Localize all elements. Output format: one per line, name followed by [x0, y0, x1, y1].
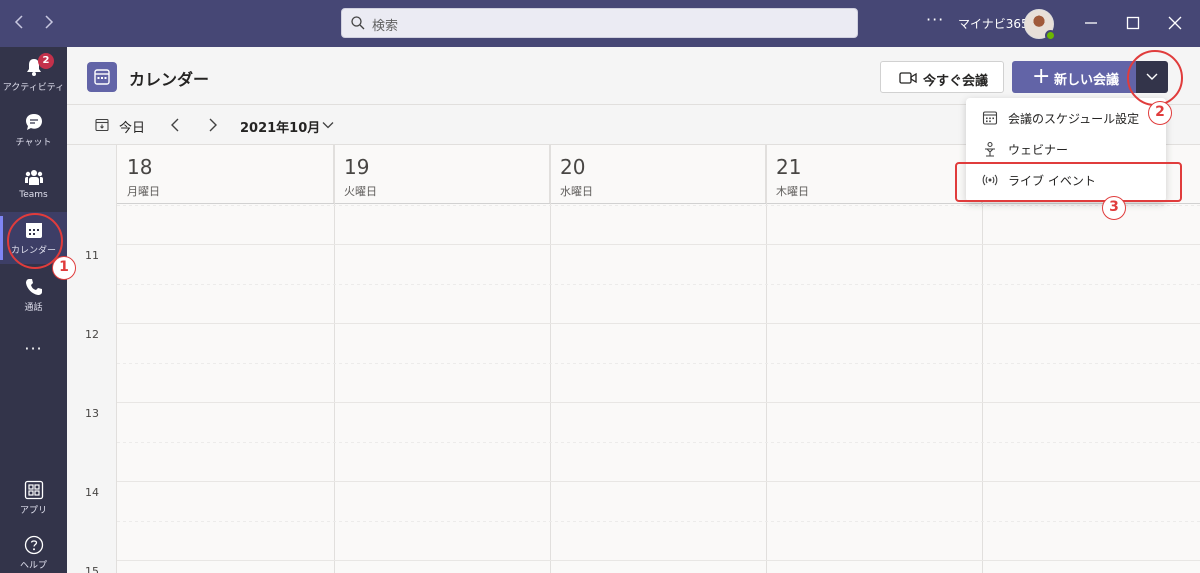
- menu-item-webinar[interactable]: ウェビナー: [966, 133, 1166, 163]
- rail-item-label: アクティビティ: [2, 83, 65, 93]
- rail-item-label: Teams: [19, 190, 48, 200]
- today-icon[interactable]: [95, 118, 109, 132]
- search-icon: [351, 16, 365, 30]
- half-hour-line: [117, 521, 1200, 522]
- month-picker[interactable]: 2021年10月: [240, 117, 320, 136]
- webinar-icon: [985, 141, 995, 157]
- column-divider: [982, 145, 983, 573]
- phone-icon: [26, 279, 42, 295]
- rail-item-activity[interactable]: 2 アクティビティ: [0, 49, 67, 101]
- chevron-right-icon[interactable]: [36, 10, 60, 34]
- help-icon: [24, 535, 44, 555]
- rail-item-apps[interactable]: アプリ: [0, 472, 67, 524]
- hour-label: 14: [85, 486, 99, 499]
- notification-badge: 2: [38, 53, 54, 69]
- menu-item-label: 会議のスケジュール設定: [1008, 112, 1140, 126]
- day-name: 水曜日: [560, 185, 593, 198]
- hour-line: [117, 323, 1200, 324]
- day-name: 月曜日: [127, 185, 160, 198]
- hour-label: 11: [85, 249, 99, 262]
- annotation-rect-live-event: [955, 162, 1182, 202]
- app-rail: 2 アクティビティ チャット Teams カレンダー 通話 ··· アプリ ヘル…: [0, 47, 67, 573]
- close-button[interactable]: [1164, 12, 1186, 34]
- hour-label: 12: [85, 328, 99, 341]
- page-title: カレンダー: [129, 70, 210, 89]
- day-header[interactable]: 18 月曜日: [117, 145, 334, 203]
- column-divider: [550, 145, 551, 573]
- chat-icon: [26, 114, 42, 130]
- hour-line: [117, 560, 1200, 561]
- annotation-step-3: 3: [1102, 196, 1126, 220]
- teams-icon: [25, 170, 43, 185]
- chevron-right-icon[interactable]: [205, 115, 221, 135]
- calendar-icon: [982, 111, 998, 125]
- chevron-left-icon[interactable]: [167, 115, 183, 135]
- calendar-header: カレンダー 今すぐ会議 + 新しい会議: [67, 47, 1200, 105]
- column-divider: [334, 145, 335, 573]
- day-number: 21: [776, 155, 802, 179]
- video-camera-icon: [899, 72, 917, 84]
- rail-item-label: アプリ: [19, 506, 47, 516]
- rail-item-chat[interactable]: チャット: [0, 104, 67, 156]
- rail-item-label: チャット: [15, 138, 52, 148]
- meet-now-button[interactable]: 今すぐ会議: [880, 61, 1004, 93]
- time-column: 11 12 13 14 15: [67, 145, 117, 573]
- hour-line: [117, 244, 1200, 245]
- chevron-down-icon[interactable]: [322, 119, 334, 131]
- more-options-icon[interactable]: ···: [926, 10, 944, 29]
- meet-now-label: 今すぐ会議: [923, 74, 989, 89]
- half-hour-line: [117, 205, 1200, 206]
- menu-item-schedule-meeting[interactable]: 会議のスケジュール設定: [966, 102, 1166, 132]
- day-header[interactable]: 19 火曜日: [334, 145, 550, 203]
- title-bar: 検索 ··· マイナビ365: [0, 0, 1200, 47]
- hour-label: 15: [85, 565, 99, 573]
- new-meeting-button[interactable]: + 新しい会議: [1012, 61, 1136, 93]
- calendar-grid: 11 12 13 14 15 18 月曜日 19 火曜日 20 水曜日 21 木…: [67, 145, 1200, 573]
- half-hour-line: [117, 284, 1200, 285]
- annotation-circle-dropdown: [1127, 50, 1183, 106]
- hour-line: [117, 402, 1200, 403]
- day-number: 20: [560, 155, 586, 179]
- search-input[interactable]: 検索: [341, 8, 858, 38]
- day-header[interactable]: 20 水曜日: [550, 145, 766, 203]
- day-name: 木曜日: [776, 185, 809, 198]
- apps-icon: [24, 480, 44, 500]
- annotation-step-2: 2: [1148, 101, 1172, 125]
- half-hour-line: [117, 363, 1200, 364]
- day-number: 19: [344, 155, 370, 179]
- new-meeting-label: 新しい会議: [1054, 73, 1120, 88]
- rail-item-label: ヘルプ: [19, 561, 47, 571]
- column-divider: [766, 145, 767, 573]
- rail-item-label: 通話: [24, 303, 43, 313]
- user-name[interactable]: マイナビ365: [958, 15, 1029, 32]
- plus-icon: +: [1032, 64, 1051, 89]
- search-placeholder: 検索: [372, 19, 399, 34]
- half-hour-line: [117, 442, 1200, 443]
- rail-item-help[interactable]: ヘルプ: [0, 527, 67, 573]
- day-header[interactable]: 21 木曜日: [766, 145, 982, 203]
- annotation-step-1: 1: [52, 256, 76, 280]
- day-name: 火曜日: [344, 185, 377, 198]
- day-number: 18: [127, 155, 153, 179]
- rail-item-teams[interactable]: Teams: [0, 159, 67, 211]
- today-button[interactable]: 今日: [119, 117, 145, 136]
- maximize-button[interactable]: [1122, 12, 1144, 34]
- hour-label: 13: [85, 407, 99, 420]
- more-apps-icon[interactable]: ···: [0, 339, 67, 358]
- menu-item-label: ウェビナー: [1008, 143, 1069, 157]
- calendar-app-icon: [87, 62, 117, 92]
- chevron-left-icon[interactable]: [8, 10, 32, 34]
- minimize-button[interactable]: [1080, 12, 1102, 34]
- hour-line: [117, 481, 1200, 482]
- header-divider: [117, 203, 1200, 204]
- presence-available-icon: [1045, 30, 1056, 41]
